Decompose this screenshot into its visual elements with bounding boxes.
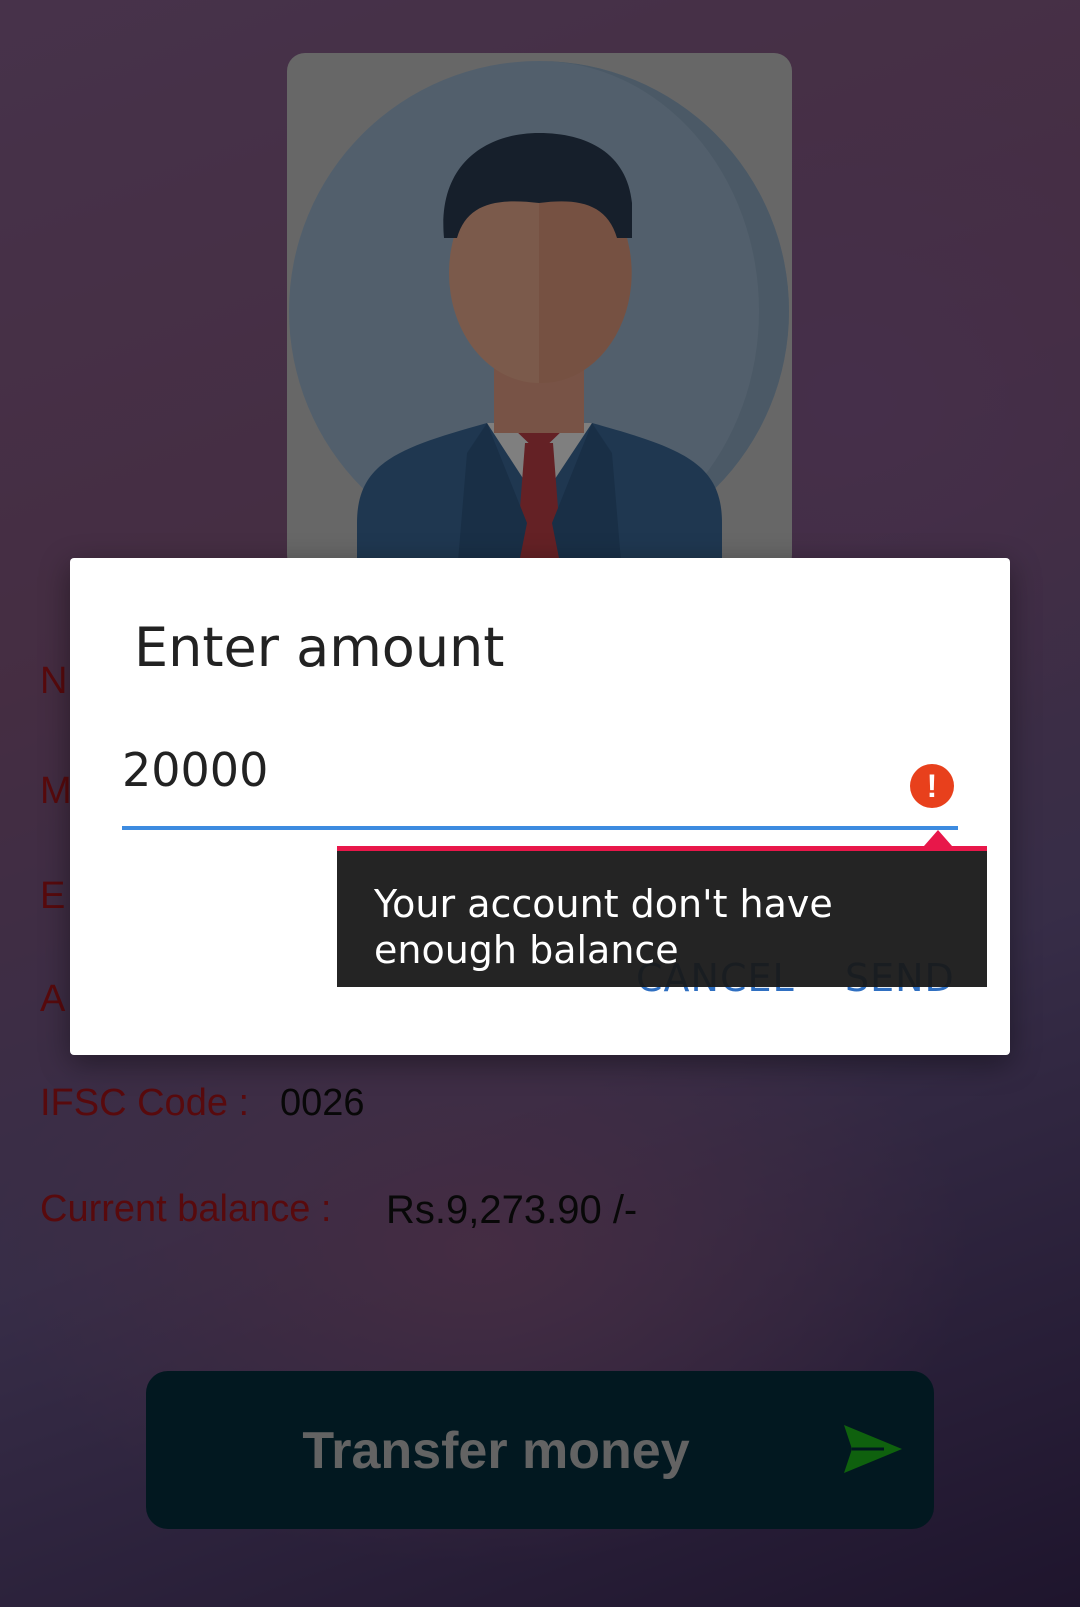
error-message: Your account don't have enough balance [374,882,833,972]
dialog-title: Enter amount [134,616,505,679]
input-underline [122,826,958,830]
tooltip-arrow [924,830,952,846]
error-tooltip: Your account don't have enough balance [337,846,987,987]
amount-input[interactable] [122,748,958,792]
error-icon: ! [910,764,954,808]
